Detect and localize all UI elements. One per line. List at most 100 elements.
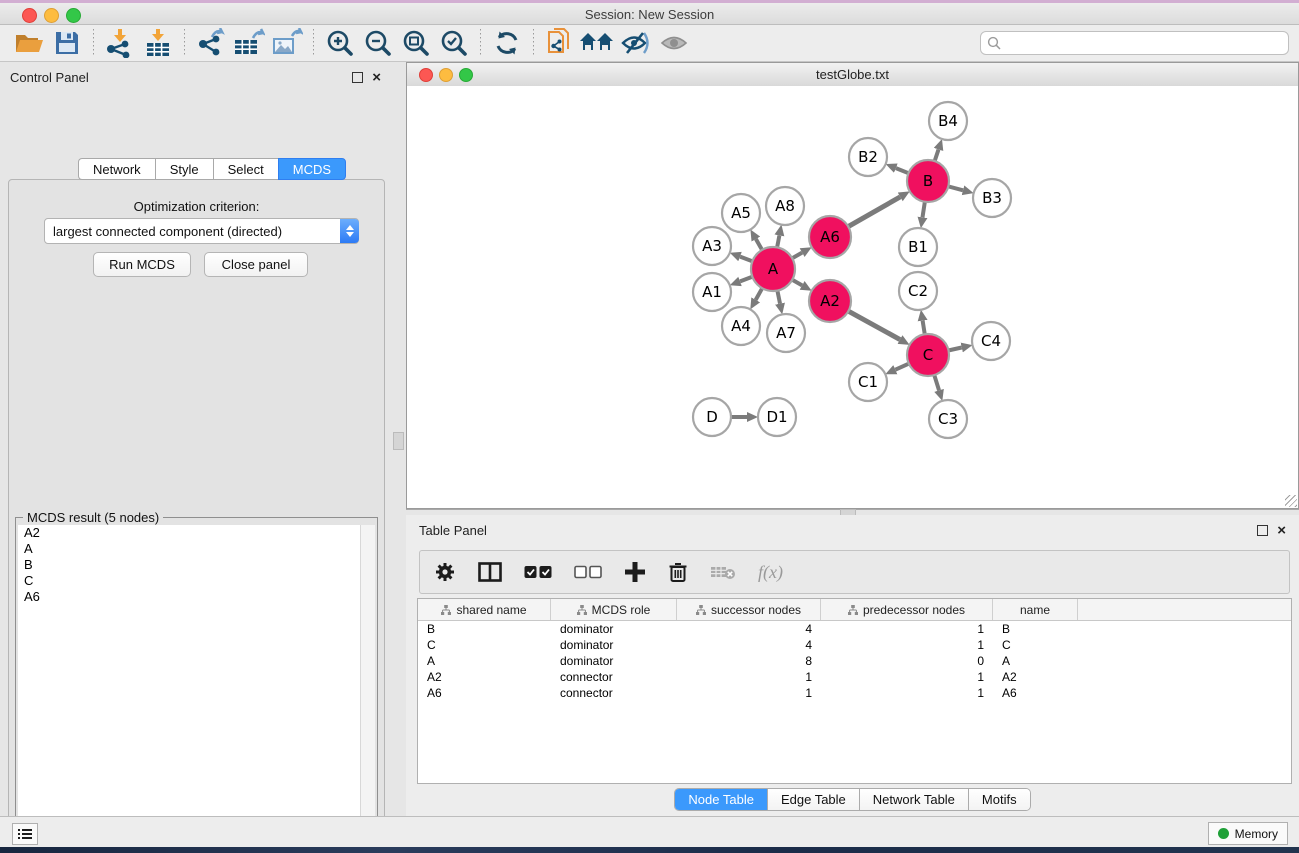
table-row[interactable]: Bdominator41B (418, 621, 1291, 637)
float-panel-icon[interactable] (352, 72, 363, 83)
optimization-criterion-select[interactable]: largest connected component (directed) (44, 218, 359, 244)
tab-node-table[interactable]: Node Table (675, 789, 768, 810)
hide-details-icon[interactable] (617, 27, 655, 59)
column-header-shared-name[interactable]: shared name (418, 599, 551, 620)
network-graph[interactable]: B4B2BB3A5A8A6A3AB1A1C2A2A4A7C4CC1C3DD1 (407, 86, 1298, 508)
memory-button[interactable]: Memory (1208, 822, 1288, 845)
table-cell[interactable]: connector (551, 686, 677, 700)
table-cell[interactable]: B (418, 622, 551, 636)
tab-edge-table[interactable]: Edge Table (768, 789, 860, 810)
resize-grip-icon[interactable] (1285, 495, 1297, 507)
float-table-panel-icon[interactable] (1257, 525, 1268, 536)
column-header-MCDS-role[interactable]: MCDS role (551, 599, 677, 620)
split-table-icon[interactable] (478, 562, 502, 582)
add-column-icon[interactable] (624, 561, 646, 583)
column-tree-icon (696, 605, 706, 615)
table-cell[interactable]: 1 (821, 622, 993, 636)
result-list-scrollbar[interactable] (360, 525, 375, 853)
window-titlebar[interactable]: Session: New Session (0, 3, 1299, 25)
tab-network-table[interactable]: Network Table (860, 789, 969, 810)
table-row[interactable]: A2connector11A2 (418, 669, 1291, 685)
export-image-icon[interactable] (268, 27, 306, 59)
run-mcds-button[interactable]: Run MCDS (93, 252, 191, 277)
table-cell[interactable]: connector (551, 670, 677, 684)
column-header-predecessor-nodes[interactable]: predecessor nodes (821, 599, 993, 620)
export-table-icon[interactable] (230, 27, 268, 59)
table-cell[interactable]: dominator (551, 654, 677, 668)
table-cell[interactable]: B (993, 622, 1078, 636)
table-cell[interactable]: A2 (993, 670, 1078, 684)
result-list-item[interactable]: A2 (18, 525, 361, 541)
table-cell[interactable]: A2 (418, 670, 551, 684)
table-cell[interactable]: A6 (418, 686, 551, 700)
table-cell[interactable]: A (418, 654, 551, 668)
tab-style[interactable]: Style (155, 158, 213, 180)
table-cell[interactable]: 1 (821, 670, 993, 684)
export-network-icon[interactable] (192, 27, 230, 59)
refresh-icon[interactable] (488, 27, 526, 59)
tab-mcds[interactable]: MCDS (278, 158, 346, 180)
delete-column-icon[interactable] (668, 561, 688, 583)
column-header-successor-nodes[interactable]: successor nodes (677, 599, 821, 620)
table-cell[interactable]: C (993, 638, 1078, 652)
table-cell[interactable]: dominator (551, 622, 677, 636)
table-cell[interactable]: 1 (821, 686, 993, 700)
zoom-out-icon[interactable] (359, 27, 397, 59)
vertical-splitter[interactable] (391, 62, 406, 812)
table-cell[interactable]: 4 (677, 638, 821, 652)
toolbar-separator (480, 29, 481, 57)
first-neighbors-icon[interactable] (579, 27, 617, 59)
edge-A2-C[interactable] (847, 310, 900, 339)
gear-icon[interactable] (434, 561, 456, 583)
tab-network[interactable]: Network (78, 158, 155, 180)
tab-motifs[interactable]: Motifs (969, 789, 1030, 810)
splitter-handle[interactable] (393, 432, 404, 450)
dropdown-selected-value: largest connected component (directed) (45, 224, 340, 239)
table-cell[interactable]: 1 (677, 670, 821, 684)
table-cell[interactable]: A6 (993, 686, 1078, 700)
table-cell[interactable]: 8 (677, 654, 821, 668)
tab-select[interactable]: Select (213, 158, 278, 180)
select-all-icon[interactable] (524, 565, 552, 579)
edge-A6-B[interactable] (846, 197, 900, 228)
table-cell[interactable]: A (993, 654, 1078, 668)
clone-network-icon[interactable] (541, 27, 579, 59)
network-canvas[interactable]: B4B2BB3A5A8A6A3AB1A1C2A2A4A7C4CC1C3DD1 (407, 86, 1298, 508)
table-row[interactable]: Adominator80A (418, 653, 1291, 669)
table-row[interactable]: A6connector11A6 (418, 685, 1291, 701)
save-session-icon[interactable] (48, 27, 86, 59)
table-cell[interactable]: dominator (551, 638, 677, 652)
zoom-in-icon[interactable] (321, 27, 359, 59)
column-header-name[interactable]: name (993, 599, 1078, 620)
zoom-fit-icon[interactable] (397, 27, 435, 59)
table-row[interactable]: Cdominator41C (418, 637, 1291, 653)
import-network-icon[interactable] (101, 27, 139, 59)
close-table-panel-icon[interactable]: × (1277, 526, 1286, 535)
close-panel-icon[interactable]: × (372, 73, 381, 82)
table-cell[interactable]: 1 (821, 638, 993, 652)
unselect-all-icon[interactable] (574, 565, 602, 579)
search-field[interactable] (980, 31, 1289, 55)
table-cell[interactable]: 1 (677, 686, 821, 700)
close-panel-button[interactable]: Close panel (204, 252, 308, 277)
network-window-titlebar[interactable]: testGlobe.txt (407, 63, 1298, 87)
show-details-icon[interactable] (655, 27, 693, 59)
table-cell[interactable]: 0 (821, 654, 993, 668)
dropdown-stepper-icon (340, 219, 359, 243)
table-body[interactable]: Bdominator41BCdominator41CAdominator80AA… (418, 621, 1291, 701)
zoom-selected-icon[interactable] (435, 27, 473, 59)
result-list-item[interactable]: C (18, 573, 361, 589)
table-cell[interactable]: 4 (677, 622, 821, 636)
column-tree-icon (577, 605, 587, 615)
task-history-button[interactable] (12, 823, 38, 845)
delete-table-icon[interactable] (710, 564, 736, 580)
open-file-icon[interactable] (10, 27, 48, 59)
result-list-item[interactable]: A6 (18, 589, 361, 605)
window-title: Session: New Session (0, 7, 1299, 22)
import-table-icon[interactable] (139, 27, 177, 59)
table-cell[interactable]: C (418, 638, 551, 652)
result-list-item[interactable]: B (18, 557, 361, 573)
result-list-item[interactable]: A (18, 541, 361, 557)
search-input[interactable] (1005, 35, 1282, 51)
mcds-result-list[interactable]: A2ABCA6 (18, 525, 361, 853)
